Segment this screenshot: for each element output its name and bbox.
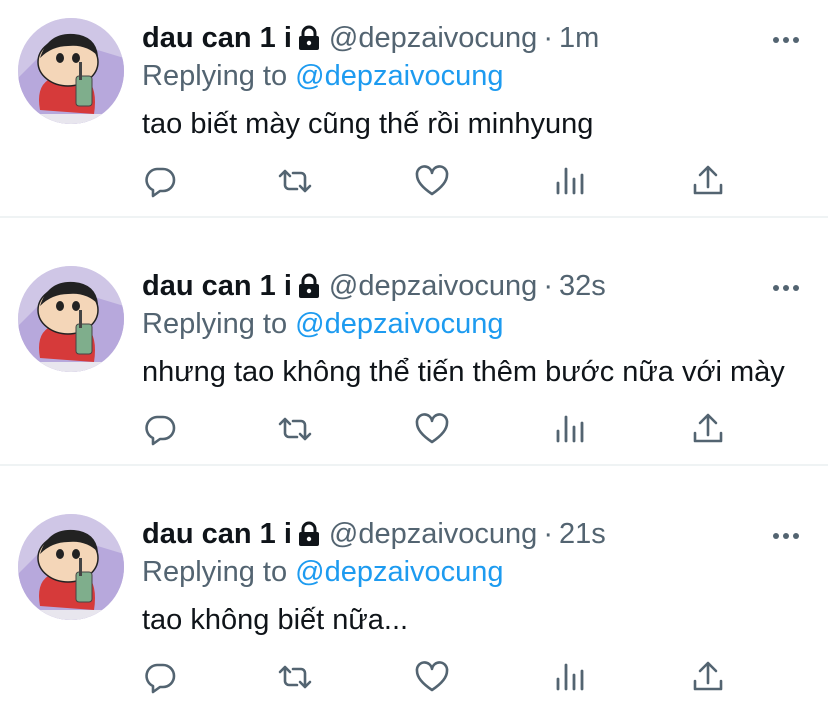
more-icon[interactable]	[772, 528, 800, 539]
mention-link[interactable]: @depzaivocung	[295, 60, 503, 92]
avatar[interactable]	[18, 266, 124, 372]
tweet-header: dau can 1 i @depzaivocung · 21s	[142, 516, 606, 552]
retweet-icon[interactable]	[277, 411, 313, 447]
tweet-text: tao không biết nữa...	[142, 604, 409, 636]
tweet-actions	[142, 411, 742, 447]
reply-icon[interactable]	[142, 163, 178, 199]
replying-prefix: Replying to	[142, 556, 288, 588]
tweet[interactable]: dau can 1 i @depzaivocung · 1m Replying …	[0, 0, 828, 218]
more-icon[interactable]	[772, 32, 800, 43]
retweet-icon[interactable]	[277, 659, 313, 695]
replying-prefix: Replying to	[142, 308, 288, 340]
avatar[interactable]	[18, 18, 124, 124]
separator-dot: ·	[543, 21, 553, 54]
more-icon[interactable]	[772, 280, 800, 291]
lock-icon	[297, 521, 321, 547]
separator-dot: ·	[543, 269, 553, 302]
retweet-icon[interactable]	[277, 163, 313, 199]
like-icon[interactable]	[414, 411, 450, 447]
lock-icon	[297, 25, 321, 51]
analytics-icon[interactable]	[552, 163, 588, 199]
mention-link[interactable]: @depzaivocung	[295, 556, 503, 588]
replying-to: Replying to @depzaivocung	[142, 308, 504, 341]
display-name[interactable]: dau can 1 i	[142, 518, 292, 551]
display-name[interactable]: dau can 1 i	[142, 22, 292, 55]
reply-icon[interactable]	[142, 411, 178, 447]
tweet-header: dau can 1 i @depzaivocung · 1m	[142, 20, 599, 56]
share-icon[interactable]	[690, 659, 726, 695]
analytics-icon[interactable]	[552, 659, 588, 695]
reply-icon[interactable]	[142, 659, 178, 695]
user-handle[interactable]: @depzaivocung	[329, 518, 537, 551]
mention-link[interactable]: @depzaivocung	[295, 308, 503, 340]
separator-dot: ·	[543, 517, 553, 550]
tweet-text: tao biết mày cũng thế rồi minhyung	[142, 108, 594, 140]
analytics-icon[interactable]	[552, 411, 588, 447]
user-handle[interactable]: @depzaivocung	[329, 270, 537, 303]
tweet-actions	[142, 659, 742, 695]
like-icon[interactable]	[414, 163, 450, 199]
like-icon[interactable]	[414, 659, 450, 695]
tweet-text: nhưng tao không thể tiến thêm bước nữa v…	[142, 356, 785, 388]
tweet[interactable]: dau can 1 i @depzaivocung · 32s Replying…	[0, 218, 828, 466]
lock-icon	[297, 273, 321, 299]
share-icon[interactable]	[690, 163, 726, 199]
tweet-actions	[142, 163, 742, 199]
share-icon[interactable]	[690, 411, 726, 447]
timestamp[interactable]: 32s	[559, 270, 606, 303]
replying-to: Replying to @depzaivocung	[142, 60, 504, 93]
replying-to: Replying to @depzaivocung	[142, 556, 504, 589]
tweet[interactable]: dau can 1 i @depzaivocung · 21s Replying…	[0, 466, 828, 714]
avatar[interactable]	[18, 514, 124, 620]
user-handle[interactable]: @depzaivocung	[329, 22, 537, 55]
tweet-header: dau can 1 i @depzaivocung · 32s	[142, 268, 606, 304]
timestamp[interactable]: 1m	[559, 22, 599, 55]
timestamp[interactable]: 21s	[559, 518, 606, 551]
replying-prefix: Replying to	[142, 60, 288, 92]
display-name[interactable]: dau can 1 i	[142, 270, 292, 303]
